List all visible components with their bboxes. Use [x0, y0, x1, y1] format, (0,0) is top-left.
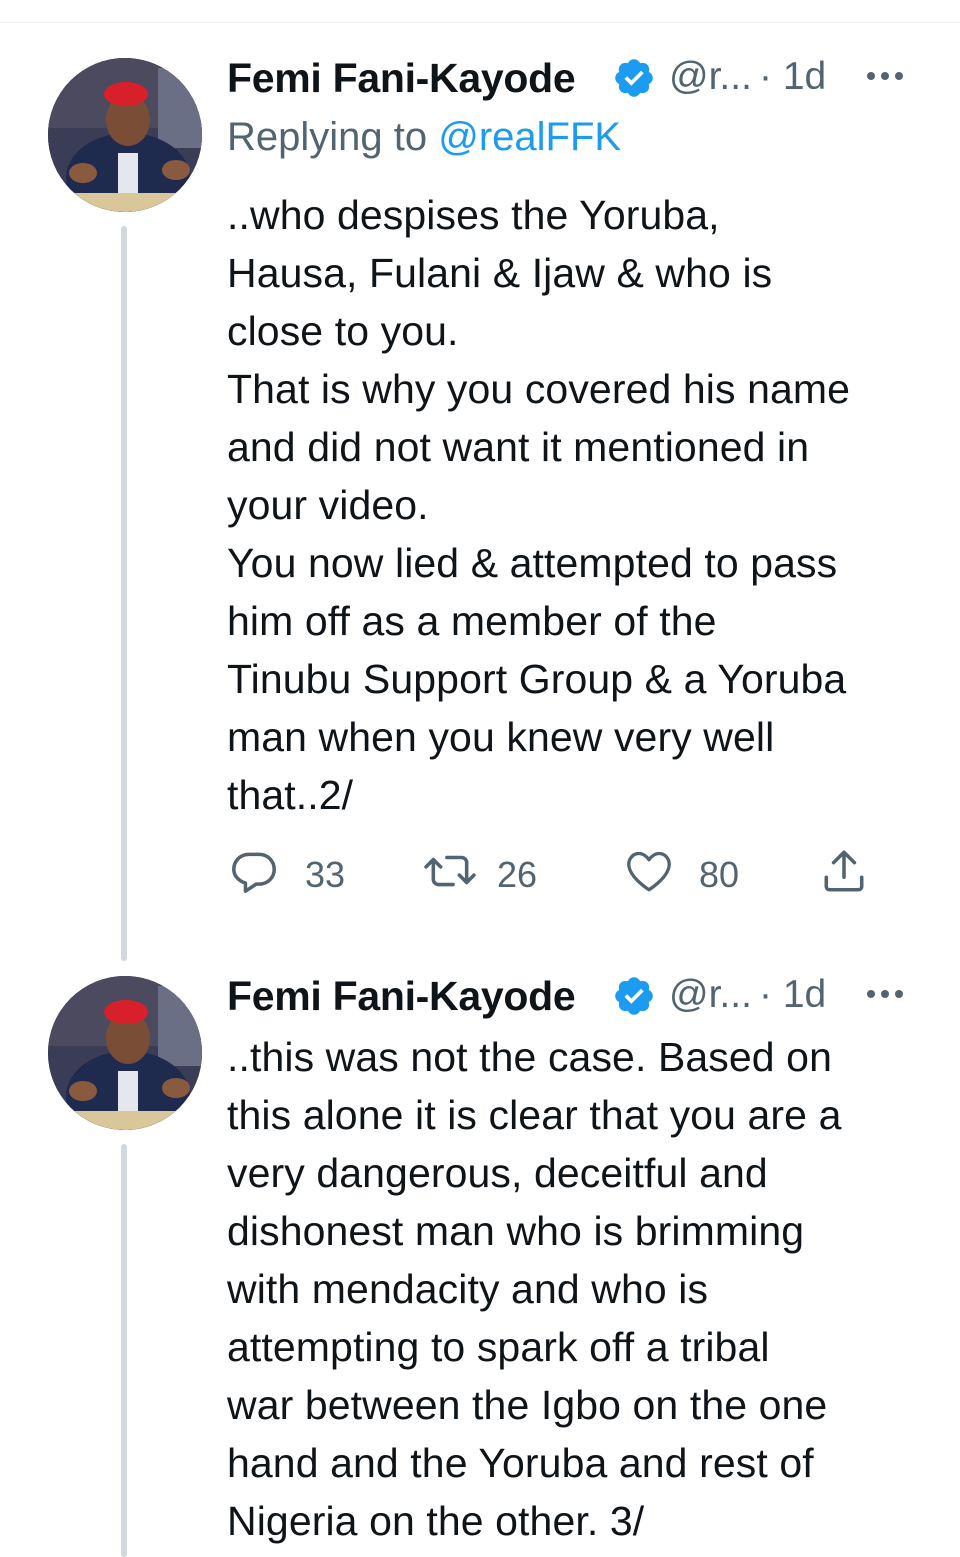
share-button[interactable]: [819, 846, 879, 900]
reply-button[interactable]: 33: [227, 846, 367, 900]
retweet-icon: [424, 855, 476, 887]
tweet-text-line: very dangerous, deceitful and: [227, 1150, 768, 1196]
author-handle[interactable]: @r...: [669, 55, 752, 99]
avatar[interactable]: [48, 58, 202, 212]
verified-badge-icon: [615, 977, 653, 1015]
author-name[interactable]: Femi Fani-Kayode: [227, 973, 576, 1020]
tweet-text-line: and did not want it mentioned in: [227, 424, 810, 470]
more-options-icon[interactable]: [865, 987, 905, 1001]
tweet-text-line: that..2/: [227, 772, 354, 818]
tweet-1[interactable]: Femi Fani-Kayode @r... · 1d Replying to …: [0, 0, 960, 961]
replying-to: Replying to @realFFK: [227, 115, 621, 160]
reply-icon: [232, 852, 276, 893]
tweet-text-line: ..who despises the Yoruba,: [227, 192, 720, 238]
tweet-text: ..who despises the Yoruba, Hausa, Fulani…: [227, 186, 927, 824]
tweet-text-line: ..this was not the case. Based on: [227, 1034, 832, 1080]
thread-line: [121, 1144, 127, 1557]
tweet-header: Femi Fani-Kayode @r... · 1d: [227, 55, 920, 105]
tweet-text: ..this was not the case. Based on this a…: [227, 1028, 927, 1550]
avatar[interactable]: [48, 976, 202, 1130]
tweet-text-line: hand and the Yoruba and rest of: [227, 1440, 814, 1486]
replying-to-mention[interactable]: @realFFK: [438, 115, 621, 159]
thread-line: [121, 226, 127, 961]
tweet-text-line: Nigeria on the other. 3/: [227, 1498, 645, 1544]
tweet-text-line: this alone it is clear that you are a: [227, 1092, 842, 1138]
replying-prefix: Replying to: [227, 115, 428, 159]
tweet-text-line: with mendacity and who is: [227, 1266, 709, 1312]
like-button[interactable]: 80: [624, 846, 764, 900]
retweet-count: 26: [497, 854, 538, 895]
tweet-text-line: attempting to spark off a tribal: [227, 1324, 770, 1370]
share-icon: [824, 850, 864, 892]
tweet-text-line: That is why you covered his name: [227, 366, 851, 412]
like-icon: [627, 851, 671, 892]
tweet-header: Femi Fani-Kayode @r... · 1d: [227, 973, 920, 1023]
author-handle[interactable]: @r...: [669, 973, 752, 1017]
tweet-text-line: war between the Igbo on the one: [227, 1382, 828, 1428]
timestamp[interactable]: · 1d: [759, 55, 826, 99]
tweet-text-line: your video.: [227, 482, 429, 528]
more-options-icon[interactable]: [865, 69, 905, 83]
tweet-2[interactable]: Femi Fani-Kayode @r... · 1d ..this was n…: [0, 960, 960, 1557]
tweet-text-line: man when you knew very well: [227, 714, 775, 760]
timestamp[interactable]: · 1d: [759, 973, 826, 1017]
tweet-text-line: You now lied & attempted to pass: [227, 540, 838, 586]
tweet-text-line: him off as a member of the: [227, 598, 717, 644]
verified-badge-icon: [615, 59, 653, 97]
tweet-text-line: dishonest man who is brimming: [227, 1208, 805, 1254]
tweet-text-line: Hausa, Fulani & Ijaw & who is: [227, 250, 773, 296]
tweet-text-line: Tinubu Support Group & a Yoruba: [227, 656, 847, 702]
like-count: 80: [699, 854, 740, 895]
retweet-button[interactable]: 26: [422, 846, 562, 900]
tweet-text-line: close to you.: [227, 308, 459, 354]
tweet-actions: 33 26 80: [227, 846, 887, 900]
author-name[interactable]: Femi Fani-Kayode: [227, 55, 576, 102]
reply-count: 33: [305, 854, 346, 895]
